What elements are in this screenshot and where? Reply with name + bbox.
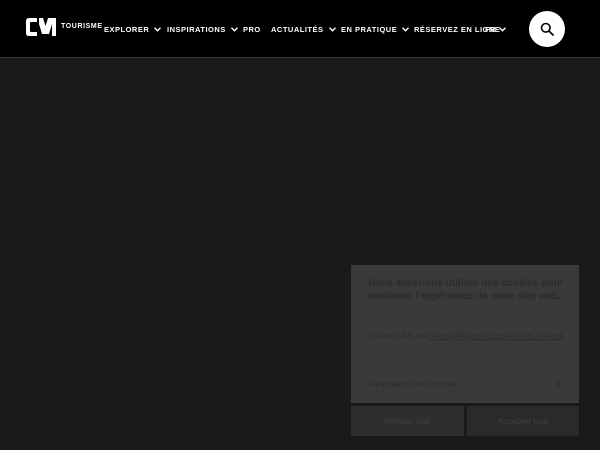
nav-label: EXPLORER	[104, 24, 150, 34]
cookie-description-prefix: Trouvez plus sur	[368, 331, 427, 340]
refuse-all-button[interactable]: Refuser tout	[351, 406, 464, 436]
cookie-actions: Refuser tout Accepter tout	[351, 406, 579, 436]
nav-item-explorer[interactable]: EXPLORER	[104, 23, 162, 35]
cookie-settings-toggle[interactable]: Paramètres mes cookies	[368, 380, 562, 389]
cookie-title: Nous aimerions utiliser des cookies pour…	[368, 278, 564, 302]
nav-item-pro[interactable]: PRO	[243, 23, 261, 35]
accept-all-button[interactable]: Accepter tout	[466, 406, 579, 436]
search-button[interactable]	[529, 11, 565, 47]
cm-logo-icon	[26, 18, 56, 36]
nav-label: PRO	[243, 24, 261, 34]
language-label: FR	[485, 24, 496, 34]
language-selector[interactable]: FR	[485, 23, 506, 35]
chevron-down-icon	[154, 26, 162, 32]
nav-label: ACTUALITÉS	[271, 24, 324, 34]
site-logo[interactable]: TOURISME	[25, 16, 103, 38]
chevron-down-icon	[230, 26, 238, 32]
cookie-policy-link[interactable]: notre politique de gestion des cookies	[429, 331, 563, 340]
nav-item-inspirations[interactable]: INSPIRATIONS	[167, 23, 238, 35]
cookie-settings-label: Paramètres mes cookies	[368, 380, 457, 389]
nav-label: EN PRATIQUE	[341, 24, 398, 34]
site-header: TOURISME EXPLORER INSPIRATIONS PRO ACTUA…	[0, 0, 600, 58]
chevron-down-icon	[402, 26, 410, 32]
brand-name: TOURISME	[61, 23, 103, 30]
chevron-right-icon	[556, 380, 562, 388]
cookie-banner: Nous aimerions utiliser des cookies pour…	[351, 265, 579, 403]
search-icon	[540, 22, 554, 36]
nav-item-en-pratique[interactable]: EN PRATIQUE	[341, 23, 410, 35]
chevron-down-icon	[499, 26, 506, 32]
cookie-description-period: .	[562, 331, 566, 340]
nav-label: INSPIRATIONS	[167, 24, 226, 34]
nav-item-actualites[interactable]: ACTUALITÉS	[271, 23, 336, 35]
chevron-down-icon	[328, 26, 336, 32]
cookie-description: Trouvez plus sur notre politique de gest…	[368, 329, 568, 343]
